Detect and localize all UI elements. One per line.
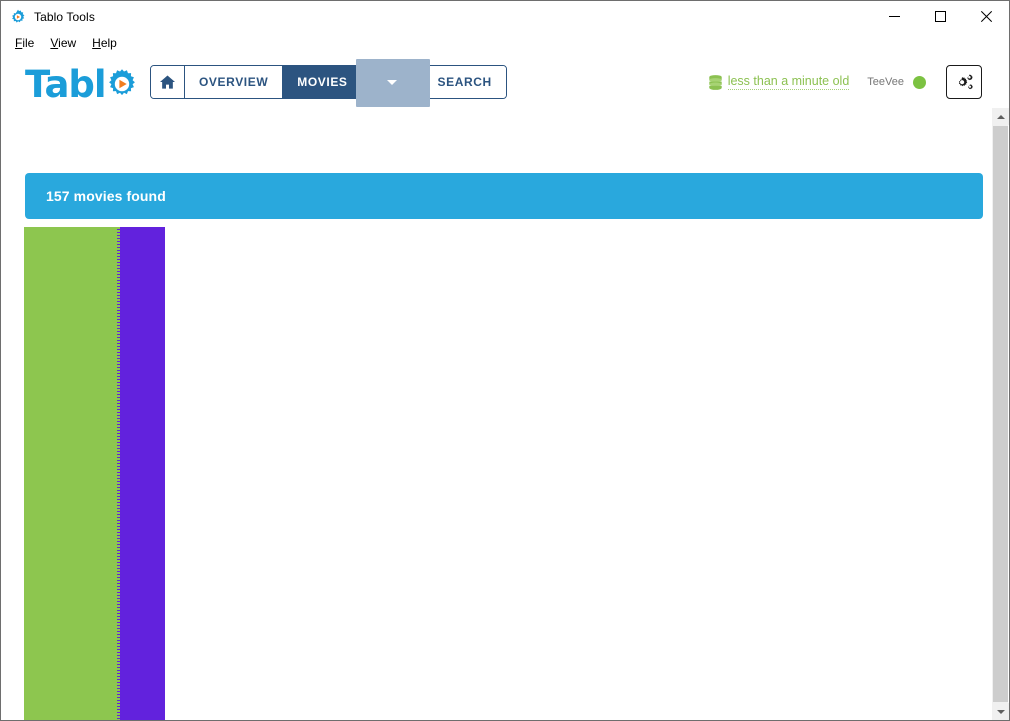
nav-search-label: SEARCH: [437, 75, 492, 89]
nav-item-search[interactable]: SEARCH: [423, 66, 506, 98]
title-bar: Tablo Tools: [1, 1, 1009, 32]
database-status[interactable]: less than a minute old: [708, 74, 850, 90]
nav-movies-label: MOVIES: [297, 75, 348, 89]
web-content-area: Tabl OVERVIEW MOVIES SEARCH less than a …: [1, 54, 1009, 720]
settings-button[interactable]: [946, 65, 982, 99]
scroll-up-arrow-icon: [996, 114, 1005, 119]
vertical-scrollbar[interactable]: [991, 108, 1009, 720]
maximize-icon: [934, 11, 946, 22]
menu-item-help[interactable]: Help: [86, 34, 125, 52]
database-icon: [708, 74, 722, 90]
minimize-icon: [888, 16, 900, 17]
nav-overview-label: OVERVIEW: [199, 75, 269, 89]
window-title: Tablo Tools: [34, 9, 95, 24]
menu-help-mnemonic: H: [92, 36, 101, 50]
results-count-label: 157 movies found: [46, 188, 166, 204]
window-controls: [871, 1, 1009, 32]
status-cluster: less than a minute old TeeVee: [708, 65, 982, 99]
scroll-down-arrow-icon: [996, 709, 1005, 714]
menu-item-file[interactable]: File: [9, 34, 42, 52]
brand-logo: Tabl: [25, 62, 139, 106]
menu-view-rest: iew: [58, 36, 77, 50]
scroll-down-button[interactable]: [992, 703, 1009, 720]
menu-view-mnemonic: V: [50, 36, 59, 50]
app-window: Tablo Tools File View Help Tabl OVERVIEW…: [0, 0, 1010, 721]
nav-item-movies[interactable]: MOVIES: [283, 66, 362, 98]
maximize-button[interactable]: [917, 1, 963, 32]
gear-play-icon: [108, 69, 135, 96]
minimize-button[interactable]: [871, 1, 917, 32]
menu-file-rest: ile: [22, 36, 35, 50]
menu-bar: File View Help: [1, 32, 1009, 54]
menu-item-view[interactable]: View: [44, 34, 84, 52]
results-banner: 157 movies found: [25, 173, 983, 219]
menu-help-rest: elp: [100, 36, 117, 50]
home-icon: [160, 75, 175, 89]
brand-wordmark: Tabl: [25, 62, 107, 106]
color-block-purple: [120, 227, 165, 720]
app-toolbar: Tabl OVERVIEW MOVIES SEARCH less than a …: [1, 54, 1009, 114]
color-block-seam: [113, 227, 123, 720]
cogs-icon: [958, 73, 973, 89]
color-block-green: [24, 227, 120, 720]
scroll-up-button[interactable]: [992, 108, 1009, 125]
chevron-down-icon: [387, 79, 398, 85]
close-icon: [980, 11, 992, 22]
main-navigation: OVERVIEW MOVIES SEARCH: [150, 59, 507, 107]
device-name-label: TeeVee: [867, 76, 904, 88]
database-age-label: less than a minute old: [727, 74, 850, 90]
content-color-block: [24, 227, 165, 720]
nav-home-button[interactable]: [151, 66, 185, 98]
app-gear-icon: [12, 9, 25, 23]
nav-item-overview[interactable]: OVERVIEW: [185, 66, 284, 98]
nav-dropdown-toggle[interactable]: [355, 59, 430, 107]
close-button[interactable]: [963, 1, 1009, 32]
device-status-dot: [913, 75, 926, 89]
scrollbar-thumb[interactable]: [993, 126, 1008, 702]
